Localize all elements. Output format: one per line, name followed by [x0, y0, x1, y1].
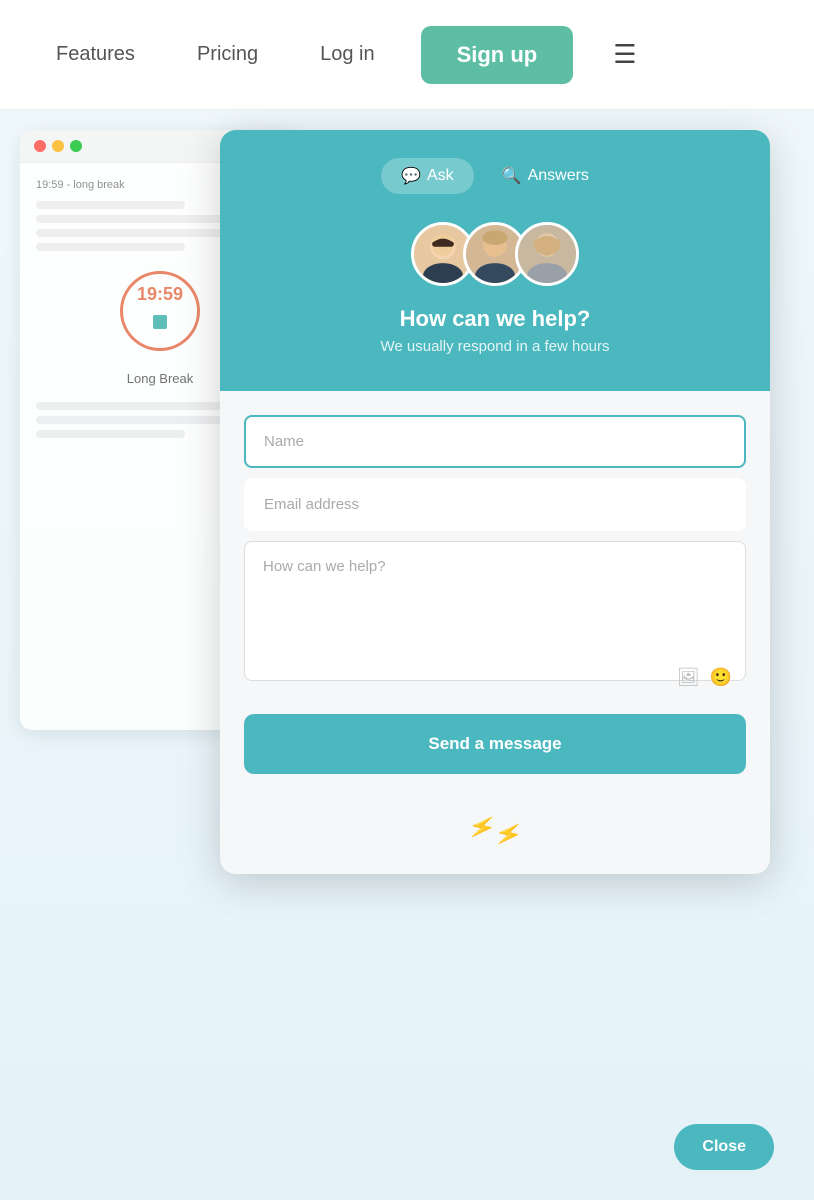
avatars-row — [244, 222, 746, 286]
timer-display: 19:59 — [137, 284, 183, 305]
tab-answers-label: Answers — [528, 167, 589, 185]
name-input[interactable] — [244, 415, 746, 468]
nav-pricing[interactable]: Pricing — [181, 35, 274, 74]
chat-title: How can we help? — [244, 306, 746, 332]
mockup-line — [36, 416, 234, 424]
nav-features[interactable]: Features — [40, 35, 151, 74]
chat-header: 💬 Ask 🔍 Answers — [220, 130, 770, 391]
signup-button[interactable]: Sign up — [421, 26, 574, 84]
mockup-line — [36, 215, 234, 223]
mockup-line — [36, 201, 185, 209]
dot-yellow — [52, 140, 64, 152]
timer-square — [153, 315, 167, 329]
answers-icon: 🔍 — [502, 166, 522, 186]
dot-red — [34, 140, 46, 152]
chat-widget: 💬 Ask 🔍 Answers — [220, 130, 770, 874]
textarea-icons: 🖼 🙂 — [677, 667, 732, 688]
close-button[interactable]: Close — [674, 1124, 774, 1170]
powered-by: ⚡⚡ — [220, 794, 770, 874]
tab-ask-label: Ask — [427, 167, 454, 185]
email-input[interactable] — [244, 478, 746, 531]
chat-tabs: 💬 Ask 🔍 Answers — [244, 158, 746, 194]
mockup-line — [36, 430, 185, 438]
dot-green — [70, 140, 82, 152]
ask-icon: 💬 — [401, 166, 421, 186]
navbar: Features Pricing Log in Sign up ☰ — [0, 0, 814, 110]
chat-subtitle: We usually respond in a few hours — [244, 338, 746, 355]
emoji-icon[interactable]: 🙂 — [710, 667, 732, 688]
hamburger-icon[interactable]: ☰ — [613, 39, 636, 70]
tab-ask[interactable]: 💬 Ask — [381, 158, 474, 194]
tab-answers[interactable]: 🔍 Answers — [482, 158, 609, 194]
nav-login[interactable]: Log in — [304, 35, 391, 74]
message-wrapper: 🖼 🙂 — [244, 541, 746, 700]
avatar-3 — [515, 222, 579, 286]
image-upload-icon[interactable]: 🖼 — [677, 667, 700, 688]
timer-circle: 19:59 — [120, 271, 200, 351]
message-textarea[interactable] — [244, 541, 746, 681]
send-message-button[interactable]: Send a message — [244, 714, 746, 774]
chat-body: 🖼 🙂 Send a message — [220, 391, 770, 794]
mockup-line — [36, 243, 185, 251]
powered-icon: ⚡⚡ — [465, 811, 525, 850]
